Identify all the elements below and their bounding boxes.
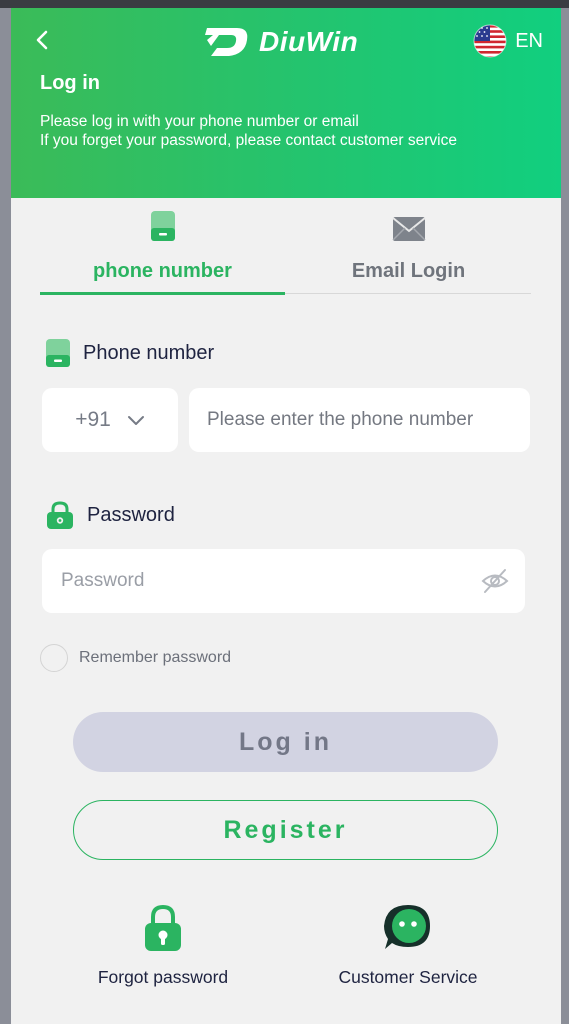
chevron-down-icon [127,416,144,425]
brand-logo: DiuWin [203,22,358,62]
phone-icon [150,211,175,241]
phone-field-label: Phone number [45,338,214,368]
customer-service-link[interactable]: Customer Service [303,903,513,988]
lock-icon [47,501,73,529]
password-field-label: Password [45,500,175,530]
register-button[interactable]: Register [73,800,498,860]
password-input[interactable] [42,549,525,613]
description-line-2: If you forget your password, please cont… [40,132,457,149]
mail-icon [391,217,426,241]
country-code-value: +91 [75,408,111,431]
remember-radio[interactable] [40,644,68,672]
tab-email-label: Email Login [351,260,466,282]
logo-mark-icon [205,28,248,56]
page-description: Please log in with your phone number or … [40,112,457,150]
browser-top-strip [0,0,569,8]
page-title: Log in [40,72,100,94]
remember-password-checkbox[interactable]: Remember password [40,644,231,672]
tab-phone-label: phone number [93,260,232,282]
remember-password-label: Remember password [79,649,232,666]
login-method-tabs: phone number Email Login [40,208,531,295]
tab-email-login[interactable]: Email Login [286,208,531,294]
eye-off-icon[interactable] [480,567,510,595]
language-label: EN [515,29,543,52]
tab-phone-number[interactable]: phone number [40,208,285,295]
country-code-select[interactable]: +91 [42,388,178,452]
lock-icon [145,904,181,951]
phone-icon [46,339,70,367]
us-flag-icon [473,24,507,58]
password-label-text: Password [87,503,175,526]
active-tab-indicator [40,292,285,295]
language-selector[interactable]: EN [473,24,543,58]
customer-service-label: Customer Service [338,967,478,987]
phone-label-text: Phone number [83,341,215,364]
login-button[interactable]: Log in [73,712,498,772]
customer-service-chat-icon [384,905,430,949]
forgot-password-link[interactable]: Forgot password [58,903,268,988]
forgot-password-label: Forgot password [97,967,229,987]
phone-number-input[interactable] [189,388,530,452]
back-arrow-icon[interactable] [29,26,57,54]
description-line-1: Please log in with your phone number or … [40,113,359,130]
header-banner: DiuWin EN Log in Please log in with your… [11,8,561,198]
login-page: DiuWin EN Log in Please log in with your… [11,8,561,1024]
brand-name: DiuWin [259,26,359,57]
